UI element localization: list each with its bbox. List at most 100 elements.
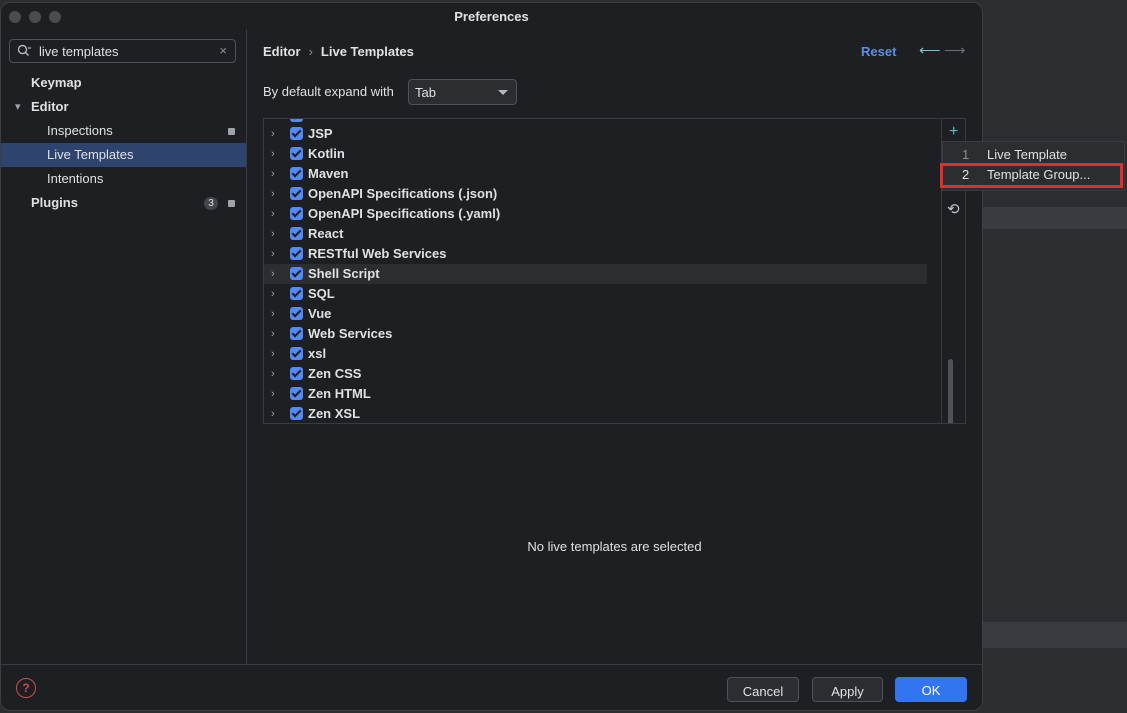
tree-row-label: Zen HTML [308, 386, 371, 401]
checkbox-checked-icon[interactable] [290, 247, 303, 260]
template-tree: › › JSP › Kotlin › Maven › OpenAPI Specificatio… [263, 118, 966, 424]
breadcrumb-parent[interactable]: Editor [263, 44, 301, 59]
settings-sidebar: × Keymap ▾ Editor Inspections Live Templ… [1, 29, 247, 664]
checkbox-checked-icon[interactable] [290, 307, 303, 320]
tree-row-label: Web Services [308, 326, 393, 341]
chevron-right-icon[interactable]: › [271, 324, 275, 344]
settings-search-box[interactable]: × [9, 39, 236, 63]
tree-row-label: Zen CSS [308, 366, 362, 381]
window-title: Preferences [454, 9, 529, 24]
chevron-right-icon[interactable]: › [271, 164, 275, 184]
highlight-annotation-box [940, 163, 1123, 188]
tree-row[interactable]: › Vue [264, 304, 927, 324]
dialog-footer: ? Cancel Apply OK [1, 664, 982, 710]
sidebar-item-plugins[interactable]: Plugins 3 [1, 191, 246, 215]
checkbox-checked-icon[interactable] [290, 227, 303, 240]
sidebar-item-label: Inspections [47, 123, 113, 138]
clear-search-icon[interactable]: × [219, 43, 227, 58]
checkbox-checked-icon[interactable] [290, 207, 303, 220]
expand-with-select[interactable]: Tab [408, 79, 517, 105]
chevron-right-icon[interactable]: › [271, 264, 275, 284]
search-icon [17, 44, 32, 63]
ok-button[interactable]: OK [895, 677, 967, 702]
chevron-right-icon[interactable]: › [271, 204, 275, 224]
tree-row[interactable]: › RESTful Web Services [264, 244, 927, 264]
tree-row[interactable]: › OpenAPI Specifications (.json) [264, 184, 927, 204]
sidebar-item-inspections[interactable]: Inspections [1, 119, 246, 143]
tree-row[interactable]: › OpenAPI Specifications (.yaml) [264, 204, 927, 224]
sidebar-item-keymap[interactable]: Keymap [1, 71, 246, 95]
sidebar-item-label: Intentions [47, 171, 104, 186]
tree-row[interactable]: › Zen HTML [264, 384, 927, 404]
tree-row[interactable]: › xsl [264, 344, 927, 364]
settings-search-input[interactable] [39, 43, 209, 59]
breadcrumb: Editor › Live Templates [263, 44, 414, 59]
breadcrumb-current: Live Templates [320, 44, 414, 59]
tree-row[interactable]: › Maven [264, 164, 927, 184]
chevron-right-icon[interactable]: › [271, 224, 275, 244]
tree-row[interactable]: › Shell Script [264, 264, 927, 284]
tree-row[interactable]: › JSP [264, 124, 927, 144]
sidebar-item-intentions[interactable]: Intentions [1, 167, 246, 191]
cancel-button[interactable]: Cancel [727, 677, 799, 702]
checkbox-checked-icon[interactable] [290, 327, 303, 340]
tree-row-label: Kotlin [308, 146, 345, 161]
popup-item-label: Live Template [987, 147, 1067, 162]
tree-row[interactable]: › Zen CSS [264, 364, 927, 384]
checkbox-checked-icon[interactable] [290, 287, 303, 300]
ide-background-row [981, 622, 1127, 648]
checkbox-checked-icon[interactable] [290, 367, 303, 380]
chevron-right-icon[interactable]: › [271, 404, 275, 423]
sidebar-item-label: Plugins [31, 195, 78, 210]
plugins-count-badge: 3 [204, 197, 218, 210]
tree-row[interactable]: › Kotlin [264, 144, 927, 164]
title-bar: Preferences [1, 3, 982, 29]
ide-background-row [981, 207, 1127, 229]
chevron-right-icon[interactable]: › [271, 304, 275, 324]
tree-row[interactable]: › Zen XSL [264, 404, 927, 423]
sidebar-item-label: Live Templates [47, 147, 134, 162]
checkbox-checked-icon[interactable] [290, 147, 303, 160]
chevron-right-icon[interactable]: › [271, 124, 275, 144]
tree-row-label: React [308, 226, 344, 241]
chevron-right-icon[interactable]: › [271, 364, 275, 384]
checkbox-checked-icon[interactable] [290, 347, 303, 360]
chevron-right-icon[interactable]: › [271, 144, 275, 164]
tree-row[interactable]: › React [264, 224, 927, 244]
tree-row-label: Shell Script [308, 266, 380, 281]
forward-arrow-icon[interactable]: ⟶ [944, 41, 966, 59]
tree-row-label: OpenAPI Specifications (.yaml) [308, 206, 501, 221]
checkbox-checked-icon[interactable] [290, 267, 303, 280]
sidebar-item-label: Keymap [31, 75, 82, 90]
checkbox-checked-icon[interactable] [290, 187, 303, 200]
restore-defaults-icon[interactable]: ⟲ [947, 200, 960, 218]
chevron-right-icon[interactable]: › [271, 184, 275, 204]
popup-item-live-template[interactable]: 1 Live Template [943, 145, 1124, 165]
chevron-right-icon[interactable]: › [271, 384, 275, 404]
checkbox-checked-icon[interactable] [290, 407, 303, 420]
checkbox-checked-icon[interactable] [290, 167, 303, 180]
checkbox-checked-icon[interactable] [290, 127, 303, 140]
chevron-right-icon[interactable]: › [271, 244, 275, 264]
checkbox-checked-icon[interactable] [290, 119, 303, 122]
help-icon[interactable]: ? [16, 678, 36, 698]
sidebar-item-editor[interactable]: ▾ Editor [1, 95, 246, 119]
back-arrow-icon[interactable]: ⟵ [919, 41, 941, 59]
tree-row[interactable]: › Web Services [264, 324, 927, 344]
tree-row-label: xsl [308, 346, 327, 361]
add-icon[interactable]: + [949, 123, 958, 141]
chevron-right-icon[interactable]: › [271, 344, 275, 364]
tree-row-label: RESTful Web Services [308, 246, 447, 261]
sidebar-item-live-templates[interactable]: Live Templates [1, 143, 246, 167]
project-scope-icon [228, 128, 235, 135]
chevron-right-icon[interactable]: › [271, 284, 275, 304]
chevron-down-icon[interactable]: ▾ [15, 95, 21, 119]
tree-row[interactable]: › SQL [264, 284, 927, 304]
apply-button[interactable]: Apply [812, 677, 883, 702]
sidebar-item-label: Editor [31, 99, 69, 114]
reset-link[interactable]: Reset [861, 44, 896, 59]
tree-row-label: Maven [308, 166, 349, 181]
tree-row-label: Vue [308, 306, 332, 321]
tree-row-label: SQL [308, 286, 335, 301]
checkbox-checked-icon[interactable] [290, 387, 303, 400]
